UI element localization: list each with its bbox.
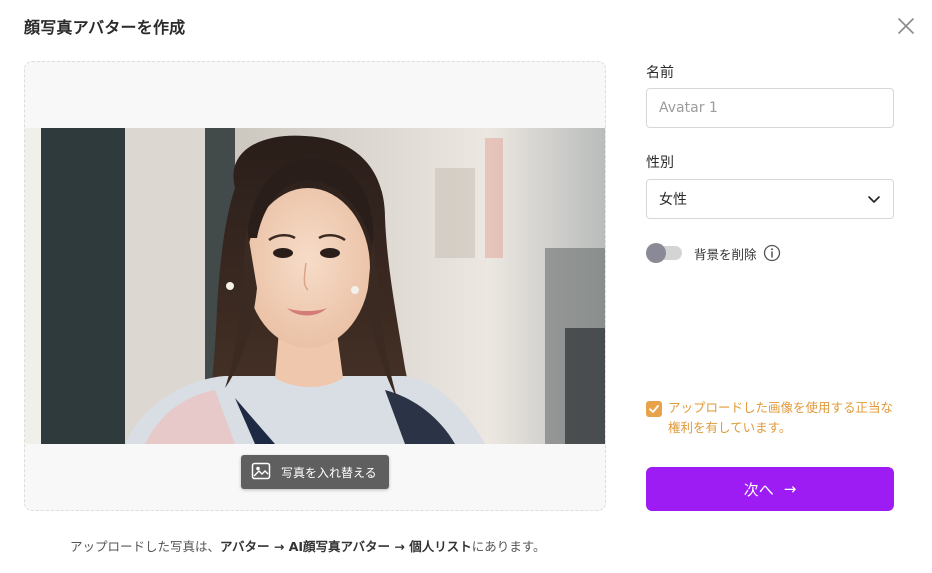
rights-consent: アップロードした画像を使用する正当な権利を有しています。 [646, 398, 896, 438]
name-input[interactable] [646, 88, 894, 128]
gender-select[interactable]: 女性 [646, 179, 894, 219]
gender-label: 性別 [646, 155, 674, 171]
info-icon[interactable] [763, 244, 781, 262]
remove-background-toggle[interactable] [646, 243, 682, 263]
arrow-right-icon: → [783, 480, 797, 498]
note-prefix: アップロードした写真は、 [70, 539, 221, 554]
image-icon [251, 462, 271, 480]
note-suffix: にあります。 [471, 539, 546, 554]
gender-value: 女性 [659, 192, 687, 208]
close-button[interactable] [894, 14, 918, 38]
remove-background-row: 背景を削除 [646, 243, 781, 263]
note-path: アバター → AI顔写真アバター → 個人リスト [220, 539, 472, 554]
name-label: 名前 [646, 65, 674, 81]
replace-photo-button[interactable]: 写真を入れ替える [241, 455, 389, 489]
upload-location-note: アップロードした写真は、アバター → AI顔写真アバター → 個人リストにありま… [70, 536, 545, 555]
uploaded-photo [25, 128, 605, 444]
next-button[interactable]: 次へ → [646, 467, 894, 511]
close-icon [898, 18, 914, 34]
dialog-title: 顔写真アバターを作成 [24, 18, 186, 37]
photo-upload-area[interactable]: 写真を入れ替える [24, 61, 606, 511]
check-icon [649, 405, 659, 413]
replace-photo-label: 写真を入れ替える [281, 465, 377, 480]
rights-consent-text: アップロードした画像を使用する正当な権利を有しています。 [668, 400, 894, 435]
rights-consent-checkbox[interactable] [646, 401, 662, 417]
chevron-down-icon [868, 196, 880, 203]
remove-background-label: 背景を削除 [694, 246, 757, 262]
next-button-label: 次へ [743, 480, 774, 499]
